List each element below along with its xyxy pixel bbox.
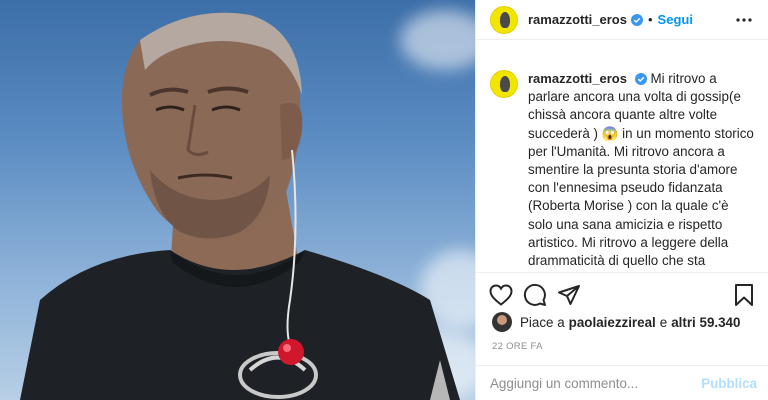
comment-bubble-icon[interactable] (518, 278, 552, 312)
paper-plane-icon[interactable] (552, 278, 586, 312)
liker-username[interactable]: paolaiezzireal (569, 315, 656, 330)
follow-button[interactable]: Segui (658, 12, 693, 27)
publish-button[interactable]: Pubblica (701, 376, 757, 391)
post-actions (476, 272, 768, 316)
caption-username[interactable]: ramazzotti_eros (528, 71, 627, 86)
comment-bar: Pubblica (476, 365, 768, 400)
post-caption: ramazzotti_eros Mi ritrovo a parlare anc… (476, 58, 768, 272)
caption-text: ramazzotti_eros Mi ritrovo a parlare anc… (528, 70, 755, 272)
likes-prefix: Piace a (520, 314, 565, 330)
author-avatar[interactable] (490, 5, 518, 34)
verified-badge-icon (630, 13, 643, 26)
liker-avatar[interactable] (492, 312, 512, 332)
likes-conjunction: e (659, 314, 668, 330)
man-portrait (20, 12, 460, 400)
likes-others-link[interactable]: altri 59.340 (671, 315, 740, 330)
post-sidebar: ramazzotti_eros • Segui ramazzotti_eros … (475, 0, 768, 400)
heart-icon[interactable] (484, 278, 518, 312)
post-photo[interactable] (0, 0, 475, 400)
likes-summary: Piace a paolaiezzireal e altri 59.340 (492, 312, 740, 332)
post-header: ramazzotti_eros • Segui (476, 0, 768, 40)
more-horizontal-icon[interactable] (732, 8, 756, 32)
caption-body-part2: in un momento storico per l'Umanità. Mi … (528, 125, 754, 272)
bookmark-icon[interactable] (727, 278, 761, 312)
separator-dot: • (647, 12, 653, 27)
comment-input[interactable] (490, 375, 702, 391)
verified-badge-icon (634, 73, 647, 86)
instagram-post: ramazzotti_eros • Segui ramazzotti_eros … (0, 0, 768, 400)
author-username[interactable]: ramazzotti_eros (528, 12, 627, 27)
scream-emoji: 😱 (601, 125, 619, 141)
post-timestamp[interactable]: 22 ORE FA (492, 341, 543, 352)
caption-avatar[interactable] (490, 70, 518, 98)
